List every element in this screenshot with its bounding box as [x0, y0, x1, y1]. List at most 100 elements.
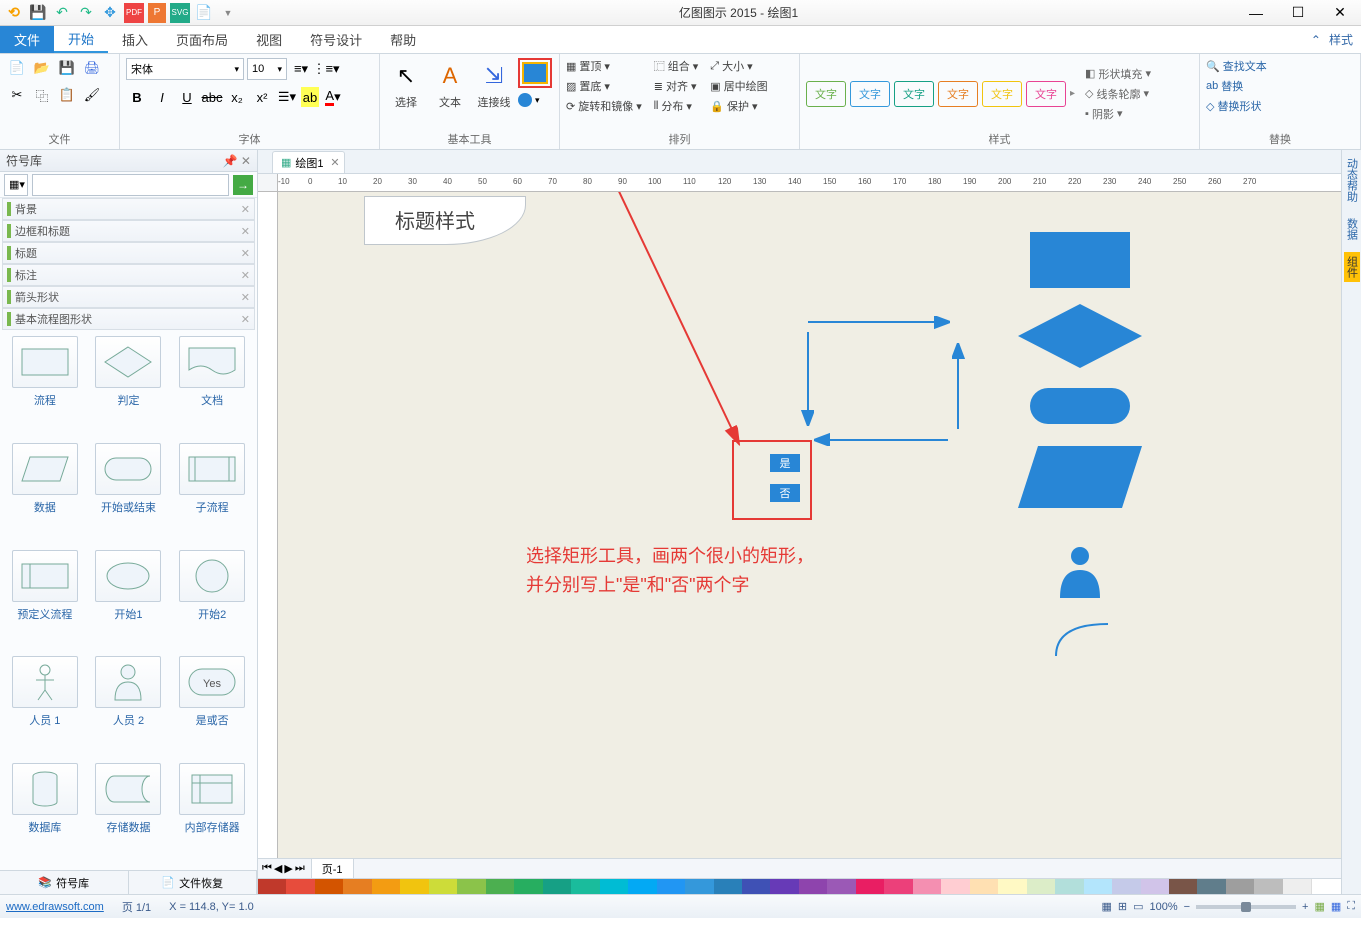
strike-button[interactable]: abc	[201, 87, 223, 107]
ellipse-tool[interactable]	[518, 93, 532, 107]
shape-start1[interactable]: 开始1	[90, 550, 168, 651]
align-icon[interactable]: ≣	[654, 80, 663, 93]
rotate-icon[interactable]: ⟳	[566, 100, 575, 113]
file-menu[interactable]: 文件	[0, 26, 54, 53]
format-painter-icon[interactable]: 🖌	[81, 85, 103, 105]
copy-icon[interactable]: ⿻	[31, 85, 53, 105]
underline-button[interactable]: U	[176, 87, 198, 107]
zoom-out-icon[interactable]: −	[1184, 901, 1190, 913]
center-icon[interactable]: ▣	[710, 80, 720, 93]
page-next-icon[interactable]: ▶	[284, 862, 292, 875]
shape-predefined[interactable]: 预定义流程	[6, 550, 84, 651]
shape-decision[interactable]: 判定	[90, 336, 168, 437]
close-tab-icon[interactable]: ✕	[330, 156, 339, 169]
page-prev-icon[interactable]: ◀	[274, 862, 282, 875]
shape-subprocess[interactable]: 子流程	[173, 443, 251, 544]
status-icon-a[interactable]: ▦	[1314, 900, 1324, 913]
fill-icon[interactable]: ◧	[1085, 67, 1095, 80]
demo-arrow-left[interactable]	[808, 430, 958, 450]
symlib-cat-title[interactable]: 标题✕	[2, 242, 255, 264]
subscript-button[interactable]: x₂	[226, 87, 248, 107]
status-url[interactable]: www.edrawsoft.com	[6, 901, 104, 913]
symlib-cat-callout[interactable]: 标注✕	[2, 264, 255, 286]
demo-arrow-right[interactable]	[808, 312, 958, 332]
qat-move-icon[interactable]: ✥	[100, 3, 120, 23]
replace-shape-icon[interactable]: ◇	[1206, 100, 1214, 113]
demo-arrow-down[interactable]	[798, 332, 818, 432]
style-chip-yellow[interactable]: 文字	[982, 81, 1022, 107]
bold-button[interactable]: B	[126, 87, 148, 107]
list-dropdown-icon[interactable]: ⋮≡▾	[315, 59, 337, 79]
shape-yesno[interactable]: Yes是或否	[173, 656, 251, 757]
tab-home[interactable]: 开始	[54, 26, 108, 53]
qat-svg-icon[interactable]: SVG	[170, 3, 190, 23]
page-first-icon[interactable]: ⏮	[262, 862, 272, 875]
symlib-pin-icon[interactable]: 📌 ✕	[223, 154, 251, 168]
font-color-icon[interactable]: A▾	[322, 87, 344, 107]
color-bar[interactable]	[258, 878, 1341, 894]
yes-rect[interactable]: 是	[770, 454, 800, 472]
replace-icon[interactable]: ab	[1206, 80, 1218, 92]
style-chip-green[interactable]: 文字	[806, 81, 846, 107]
symlib-search[interactable]	[32, 174, 229, 196]
maximize-button[interactable]: ☐	[1277, 0, 1319, 26]
print-icon[interactable]: 🖨	[81, 58, 103, 78]
symlib-cat-flowchart[interactable]: 基本流程图形状✕	[2, 308, 255, 330]
align-dropdown-icon[interactable]: ≡▾	[290, 59, 312, 79]
bottom-tab-symlib[interactable]: 📚 符号库	[0, 871, 129, 894]
save-icon[interactable]: 💾	[56, 58, 78, 78]
line-spacing-icon[interactable]: ☰▾	[276, 87, 298, 107]
rail-help[interactable]: 动态帮助	[1344, 154, 1360, 206]
shape-data[interactable]: 数据	[6, 443, 84, 544]
close-button[interactable]: ✕	[1319, 0, 1361, 26]
zoom-in-icon[interactable]: +	[1302, 901, 1308, 913]
fullscreen-icon[interactable]: ⛶	[1347, 900, 1355, 913]
demo-arrow-up[interactable]	[948, 337, 968, 437]
doc-tab-1[interactable]: ▦ 绘图1 ✕	[272, 151, 345, 173]
shape-start2[interactable]: 开始2	[173, 550, 251, 651]
qat-redo-icon[interactable]: ↷	[76, 3, 96, 23]
style-chip-pink[interactable]: 文字	[1026, 81, 1066, 107]
bottom-tab-recovery[interactable]: 📄 文件恢复	[129, 871, 258, 894]
tab-symbol[interactable]: 符号设计	[296, 26, 376, 53]
symlib-cat-border[interactable]: 边框和标题✕	[2, 220, 255, 242]
size-icon[interactable]: ⤢	[710, 60, 719, 73]
tab-help[interactable]: 帮助	[376, 26, 430, 53]
demo-person[interactable]	[1058, 546, 1102, 598]
symlib-cat-bg[interactable]: 背景✕	[2, 198, 255, 220]
protect-icon[interactable]: 🔒	[710, 100, 724, 113]
shape-internal-storage[interactable]: 内部存储器	[173, 763, 251, 864]
qat-pdf-icon[interactable]: PDF	[124, 3, 144, 23]
page-last-icon[interactable]: ⏭	[295, 862, 305, 875]
superscript-button[interactable]: x²	[251, 87, 273, 107]
tab-view[interactable]: 视图	[242, 26, 296, 53]
qat-ppt-icon[interactable]: P	[148, 3, 166, 23]
demo-parallelogram[interactable]	[1018, 446, 1142, 508]
symlib-cat-arrow[interactable]: 箭头形状✕	[2, 286, 255, 308]
no-rect[interactable]: 否	[770, 484, 800, 502]
shape-stored-data[interactable]: 存储数据	[90, 763, 168, 864]
shadow-icon[interactable]: ▪	[1085, 108, 1089, 120]
open-icon[interactable]: 📂	[31, 58, 53, 78]
send-back-icon[interactable]: ▨	[566, 80, 576, 93]
rectangle-tool-highlighted[interactable]	[518, 58, 552, 88]
demo-arc[interactable]	[1052, 620, 1112, 660]
bring-front-icon[interactable]: ▦	[566, 60, 576, 73]
new-doc-icon[interactable]: 📄	[6, 58, 28, 78]
shape-process[interactable]: 流程	[6, 336, 84, 437]
text-tool[interactable]: A文本	[430, 58, 470, 112]
status-icon-b[interactable]: ▦	[1331, 900, 1341, 913]
style-chip-orange[interactable]: 文字	[938, 81, 978, 107]
style-pane-button[interactable]: 样式	[1329, 31, 1353, 48]
distribute-icon[interactable]: ⫴	[654, 100, 659, 113]
app-logo-icon[interactable]: ⟲	[4, 3, 24, 23]
page-tab-1[interactable]: 页-1	[311, 858, 354, 880]
canvas[interactable]: 标题样式 是 否 选择矩形工具，画两个很小的矩形， 并分别写上"是"和"否"两个…	[278, 192, 1341, 858]
paste-icon[interactable]: 📋	[56, 85, 78, 105]
demo-rectangle[interactable]	[1030, 232, 1130, 288]
group-icon[interactable]: ⿸	[654, 58, 665, 74]
qat-dropdown-icon[interactable]: ▼	[218, 3, 238, 23]
qat-new-icon[interactable]: 📄	[194, 3, 214, 23]
shape-document[interactable]: 文档	[173, 336, 251, 437]
demo-terminator[interactable]	[1030, 388, 1130, 424]
